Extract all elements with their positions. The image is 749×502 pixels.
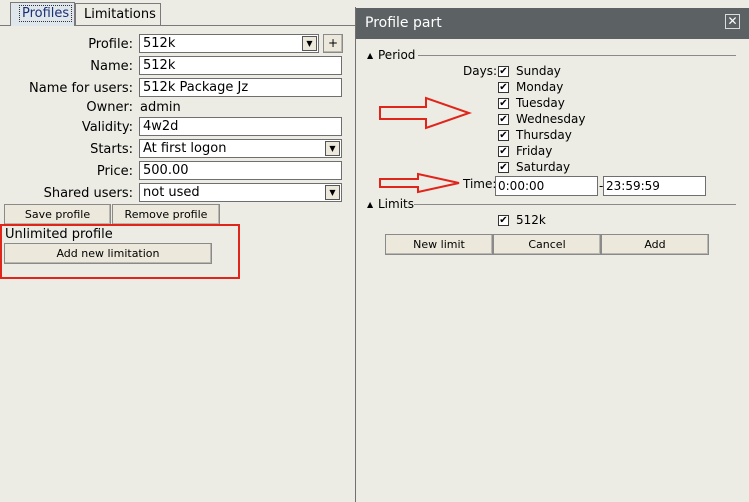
profile-label: Profile:	[88, 37, 133, 52]
chevron-down-icon[interactable]: ▼	[302, 36, 317, 51]
wednesday-label: Wednesday	[516, 112, 586, 126]
period-section-label: Period	[378, 48, 416, 62]
shared-users-select[interactable]: not used ▼	[139, 183, 342, 202]
wednesday-checkbox[interactable]: ✔	[498, 114, 509, 125]
friday-checkbox[interactable]: ✔	[498, 146, 509, 157]
saturday-checkbox[interactable]: ✔	[498, 162, 509, 173]
period-divider	[418, 55, 736, 56]
owner-value: admin	[140, 100, 181, 115]
starts-label: Starts:	[90, 142, 133, 157]
saturday-label: Saturday	[516, 160, 571, 174]
time-to-field[interactable]: 23:59:59	[603, 176, 706, 196]
add-button[interactable]: Add	[601, 234, 709, 255]
save-profile-button[interactable]: Save profile	[4, 204, 111, 225]
monday-checkbox[interactable]: ✔	[498, 82, 509, 93]
time-from-field[interactable]: 0:00:00	[495, 176, 598, 196]
tab-profiles[interactable]: Profiles	[10, 2, 75, 26]
chevron-down-icon[interactable]: ▼	[325, 141, 340, 156]
starts-select[interactable]: At first logon ▼	[139, 139, 342, 158]
owner-label: Owner:	[86, 100, 133, 115]
name-label: Name:	[90, 59, 133, 74]
tuesday-label: Tuesday	[516, 96, 565, 110]
name-for-users-label: Name for users:	[29, 81, 133, 96]
price-label: Price:	[96, 164, 133, 179]
price-field[interactable]: 500.00	[139, 161, 342, 180]
sunday-label: Sunday	[516, 64, 561, 78]
validity-field[interactable]: 4w2d	[139, 117, 342, 136]
tuesday-checkbox[interactable]: ✔	[498, 98, 509, 109]
annotation-arrow-time	[379, 172, 460, 194]
monday-label: Monday	[516, 80, 564, 94]
annotation-arrow-days	[379, 96, 473, 130]
name-field[interactable]: 512k	[139, 56, 342, 75]
annotation-highlight-box	[0, 224, 240, 279]
close-icon[interactable]: ✕	[725, 14, 740, 29]
name-for-users-field[interactable]: 512k Package Jz	[139, 78, 342, 97]
limit-512k-label: 512k	[516, 213, 546, 227]
chevron-down-icon[interactable]: ▼	[325, 185, 340, 200]
collapse-icon[interactable]: ▲	[367, 51, 373, 60]
limit-512k-checkbox[interactable]: ✔	[498, 215, 509, 226]
validity-label: Validity:	[81, 120, 133, 135]
thursday-label: Thursday	[516, 128, 572, 142]
thursday-checkbox[interactable]: ✔	[498, 130, 509, 141]
limits-section-label: Limits	[378, 197, 414, 211]
dialog-title: Profile part	[356, 8, 749, 39]
collapse-icon[interactable]: ▲	[367, 200, 373, 209]
limits-divider	[414, 204, 736, 205]
days-label: Days:	[463, 64, 497, 78]
shared-users-label: Shared users:	[43, 186, 133, 201]
remove-profile-button[interactable]: Remove profile	[112, 204, 220, 225]
cancel-button[interactable]: Cancel	[493, 234, 601, 255]
add-profile-button[interactable]: +	[323, 34, 343, 53]
tab-limitations[interactable]: Limitations	[75, 3, 161, 25]
friday-label: Friday	[516, 144, 553, 158]
time-label: Time:	[463, 177, 497, 191]
new-limit-button[interactable]: New limit	[385, 234, 493, 255]
profile-select[interactable]: 512k ▼	[139, 34, 319, 53]
sunday-checkbox[interactable]: ✔	[498, 66, 509, 77]
